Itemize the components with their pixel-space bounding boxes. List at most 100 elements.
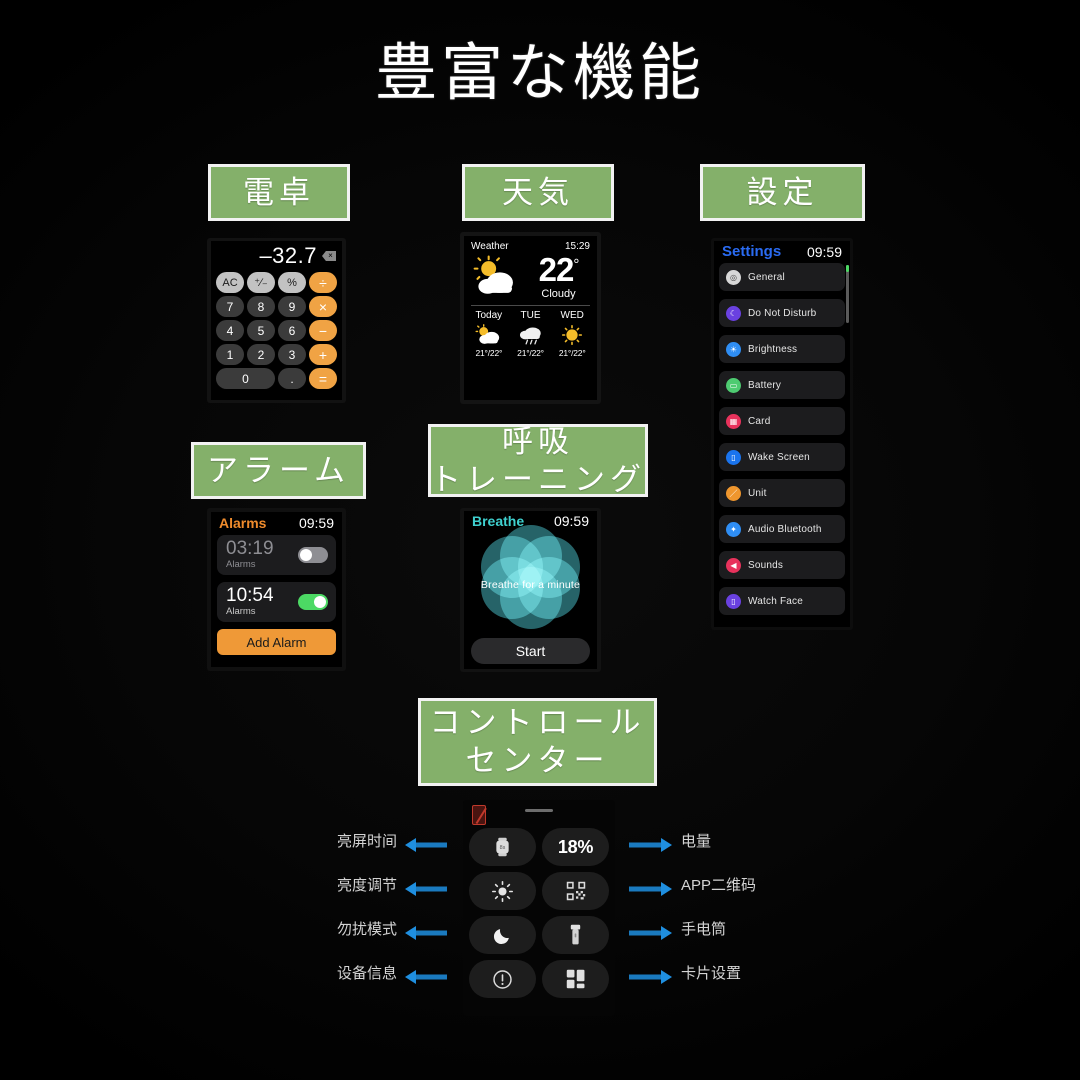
plate-control-center: コントロール センター [418, 698, 657, 786]
arrow-right-icon [629, 970, 672, 984]
calc-key-AC[interactable]: AC [216, 272, 244, 293]
calc-key-[interactable]: ⁺∕₋ [247, 272, 275, 293]
alarm-toggle[interactable] [298, 594, 328, 610]
arrow-left-icon [405, 882, 448, 896]
weather-forecast-day: WED 21°/22° [551, 310, 593, 358]
settings-item-label: Do Not Disturb [748, 307, 817, 319]
control-cell-watch-screen-time[interactable]: 8s [469, 828, 536, 866]
control-label-right: 电量 [681, 833, 712, 850]
plate-weather-label: 天気 [502, 174, 574, 210]
settings-item-sounds[interactable]: ◀ Sounds [719, 551, 845, 579]
settings-item-do-not-disturb[interactable]: ☾ Do Not Disturb [719, 299, 845, 327]
control-cell-cards-grid[interactable] [542, 960, 609, 998]
calc-key-2[interactable]: 2 [247, 344, 275, 365]
control-label-right: 卡片设置 [681, 965, 742, 982]
settings-item-label: Audio Bluetooth [748, 523, 822, 535]
settings-title: Settings [722, 243, 782, 260]
settings-item-brightness[interactable]: ☀ Brightness [719, 335, 845, 363]
calc-key-1[interactable]: 1 [216, 344, 244, 365]
calc-key-9[interactable]: 9 [278, 296, 306, 317]
arrow-left-icon [405, 838, 448, 852]
qr-code-icon [566, 881, 586, 901]
calc-key-3[interactable]: 3 [278, 344, 306, 365]
settings-item-audio-bluetooth[interactable]: ✦ Audio Bluetooth [719, 515, 845, 543]
flashlight-icon [569, 924, 582, 946]
alarm-toggle[interactable] [298, 547, 328, 563]
control-cell-flashlight[interactable] [542, 916, 609, 954]
calc-key-8[interactable]: 8 [247, 296, 275, 317]
calculator-widget: –32.7 AC⁺∕₋%÷ 789× 456− 123+0.= [207, 238, 346, 403]
watch-screen-time-icon: 8s [494, 837, 511, 857]
calc-key-7[interactable]: 7 [216, 296, 244, 317]
control-center-grid: 8s 18% [463, 828, 615, 998]
unit-icon: ／ [726, 485, 741, 501]
calc-key-6[interactable]: 6 [278, 320, 306, 341]
settings-item-battery[interactable]: ▭ Battery [719, 371, 845, 399]
alarm-subtitle: Alarms [226, 559, 256, 571]
calc-key-[interactable]: ÷ [309, 272, 337, 293]
backspace-icon[interactable] [322, 251, 336, 261]
settings-item-label: Wake Screen [748, 451, 810, 463]
plate-breathe-label-2: トレーニング [430, 461, 646, 497]
add-alarm-button[interactable]: Add Alarm [217, 629, 336, 655]
alarm-texts: 03:19 Alarms [226, 539, 274, 570]
settings-item-label: Battery [748, 379, 782, 391]
alarm-texts: 10:54 Alarms [226, 586, 274, 617]
calc-key-[interactable]: × [309, 296, 337, 317]
control-cell-brightness-sun[interactable] [469, 872, 536, 910]
control-cell-battery-percent[interactable]: 18% [542, 828, 609, 866]
calc-key-4[interactable]: 4 [216, 320, 244, 341]
settings-item-unit[interactable]: ／ Unit [719, 479, 845, 507]
drag-handle-icon[interactable] [525, 809, 553, 812]
bluetooth-icon: ✦ [726, 521, 741, 537]
calc-key-5[interactable]: 5 [247, 320, 275, 341]
control-cell-moon[interactable] [469, 916, 536, 954]
plate-calculator-label: 電卓 [243, 174, 315, 210]
settings-item-general[interactable]: ◎ General [719, 263, 845, 291]
settings-status-bar: Settings 09:59 [714, 241, 850, 263]
calc-key-[interactable]: . [278, 368, 306, 389]
breathe-start-button[interactable]: Start [471, 638, 590, 664]
arrow-right-icon [629, 926, 672, 940]
calc-key-0[interactable]: 0 [216, 368, 275, 389]
alarm-row[interactable]: 10:54 Alarms [217, 582, 336, 622]
cards-grid-icon [566, 969, 586, 989]
gear-icon: ◎ [726, 269, 741, 285]
calc-key-[interactable]: + [309, 344, 337, 365]
calc-key-[interactable]: − [309, 320, 337, 341]
settings-scrollbar[interactable] [846, 265, 849, 323]
settings-item-watch-face[interactable]: ▯ Watch Face [719, 587, 845, 615]
sun-behind-cloud-icon [468, 323, 510, 347]
weather-widget: Weather 15:29 22° Cloudy Today 21°/22° T… [460, 232, 601, 404]
settings-item-wake-screen[interactable]: ▯ Wake Screen [719, 443, 845, 471]
plate-breathe: 呼吸 トレーニング [428, 424, 648, 497]
calculator-keypad: AC ⁺∕₋% ÷ 7 8 9 × 4 5 6− 1 2 3 +0. = [216, 272, 337, 389]
control-cell-info-circle[interactable] [469, 960, 536, 998]
forecast-range: 21°/22° [558, 348, 586, 358]
weather-condition: Cloudy [541, 288, 576, 300]
control-label-left: 设备信息 [336, 965, 397, 982]
calc-key-[interactable]: = [309, 368, 337, 389]
settings-list: ◎ General ☾ Do Not Disturb ☀ Brightness ▭ Batte… [714, 263, 850, 615]
moon-icon: ☾ [726, 305, 741, 321]
alarm-row[interactable]: 03:19 Alarms [217, 535, 336, 575]
wake-screen-icon: ▯ [726, 449, 741, 465]
arrow-right-icon [629, 838, 672, 852]
calculator-display: –32.7 [259, 243, 336, 269]
arrow-right-icon [629, 882, 672, 896]
scrollbar-thumb[interactable] [846, 265, 849, 272]
weather-forecast-day: Today 21°/22° [468, 310, 510, 358]
control-label-right: APP二维码 [681, 877, 757, 894]
breathe-time: 09:59 [553, 513, 589, 529]
alarm-time: 10:54 [226, 585, 274, 607]
weather-current: 22° Cloudy [464, 252, 597, 300]
speaker-icon: ◀ [726, 557, 741, 573]
calc-key-[interactable]: % [278, 272, 306, 293]
forecast-day-name: TUE [520, 310, 541, 321]
control-cell-qr-code[interactable] [542, 872, 609, 910]
weather-temperature-block: 22° Cloudy [528, 253, 589, 300]
brightness-sun-icon [492, 880, 513, 902]
settings-item-card[interactable]: ▦ Card [719, 407, 845, 435]
poster-root: 豊富な機能 電卓 天気 設定 アラーム 呼吸 トレーニング コントロール センタ… [0, 0, 1080, 1080]
alarm-time: 03:19 [226, 538, 274, 560]
